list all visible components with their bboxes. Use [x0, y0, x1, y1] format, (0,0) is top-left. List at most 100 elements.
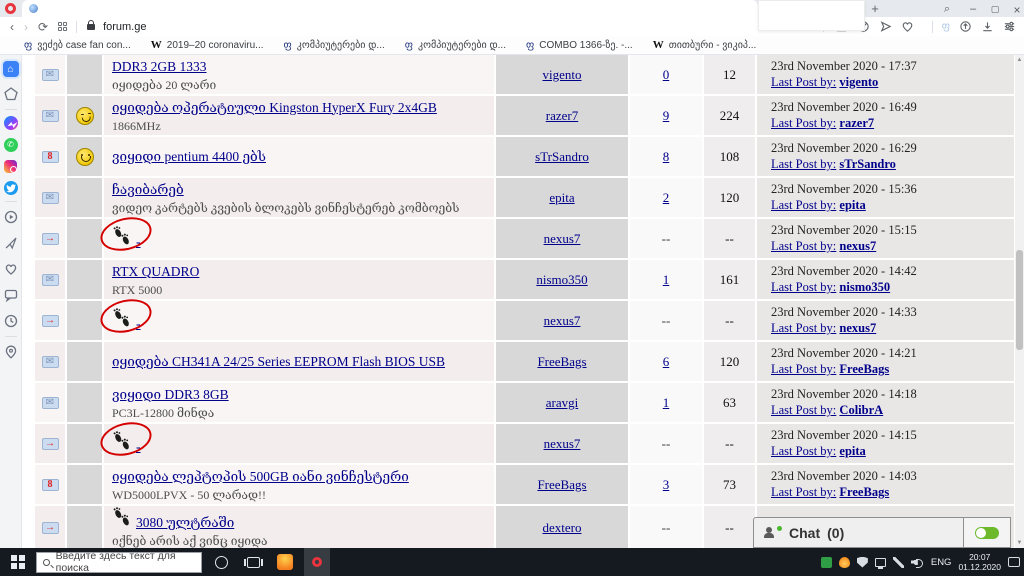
bookmark-item[interactable]: W 2019–20 coronaviru... [151, 39, 264, 51]
opera-menu-logo-icon[interactable] [5, 3, 16, 14]
last-post-author-link[interactable]: nexus7 [839, 239, 876, 253]
defender-shield-icon[interactable] [856, 556, 868, 568]
chat-bubble-icon[interactable] [2, 286, 20, 304]
scrollbar-thumb[interactable] [1016, 250, 1023, 350]
topic-replies-link[interactable]: -- [662, 231, 671, 247]
last-post-label[interactable]: Last Post by: [771, 116, 836, 130]
topic-replies-link[interactable]: -- [662, 436, 671, 452]
window-minimize-button[interactable]: – [964, 3, 982, 15]
last-post-author-link[interactable]: epita [839, 198, 865, 212]
topic-replies-link[interactable]: 2 [663, 190, 670, 206]
bookmark-item[interactable]: ფ COMBO 1366-ზე. -... [526, 40, 633, 51]
window-maximize-button[interactable]: ▢ [986, 4, 1004, 15]
topic-title-link[interactable]: ვიყიდი DDR3 8GB [112, 387, 229, 402]
topic-replies-link[interactable]: 9 [663, 108, 670, 124]
topic-title-link[interactable]: RTX QUADRO [112, 264, 199, 279]
my-flow-send-icon[interactable] [879, 20, 892, 33]
topic-author-link[interactable]: nexus7 [544, 313, 581, 329]
last-post-label[interactable]: Last Post by: [771, 403, 836, 417]
whatsapp-icon[interactable]: ✆ [3, 138, 18, 152]
task-view-button[interactable] [240, 548, 266, 576]
scroll-down-icon[interactable]: ▼ [1015, 538, 1024, 548]
topic-author-link[interactable]: nexus7 [544, 231, 581, 247]
tray-flame-icon[interactable] [838, 556, 850, 568]
last-post-author-link[interactable]: epita [839, 444, 865, 458]
last-post-author-link[interactable]: vigento [839, 75, 878, 89]
url-text[interactable]: forum.ge [103, 21, 146, 33]
last-post-label[interactable]: Last Post by: [771, 362, 836, 376]
my-flow-icon[interactable] [2, 234, 20, 252]
download-icon[interactable] [981, 20, 994, 33]
topic-author-link[interactable]: nismo350 [536, 272, 587, 288]
last-post-author-link[interactable]: FreeBags [839, 362, 889, 376]
topic-title-link[interactable]: ვიყიდი pentium 4400 ებს [112, 149, 266, 164]
last-post-label[interactable]: Last Post by: [771, 280, 836, 294]
last-post-author-link[interactable]: razer7 [839, 116, 874, 130]
clock[interactable]: 20:07 01.12.2020 [958, 552, 1001, 572]
last-post-label[interactable]: Last Post by: [771, 321, 836, 335]
last-post-label[interactable]: Last Post by: [771, 157, 836, 171]
easy-setup-sliders-icon[interactable] [1003, 20, 1016, 33]
last-post-label[interactable]: Last Post by: [771, 75, 836, 89]
topic-title-link[interactable]: 3080 ულტრაში [136, 515, 234, 530]
location-pin-icon[interactable] [2, 343, 20, 361]
topic-author-link[interactable]: vigento [543, 67, 582, 83]
topic-author-link[interactable]: aravgi [546, 395, 578, 411]
topic-author-link[interactable]: nexus7 [544, 436, 581, 452]
start-button[interactable] [0, 548, 36, 576]
topic-title-link[interactable]: იყიდება ოპერატიული Kingston HyperX Fury … [112, 100, 437, 115]
notification-center-icon[interactable] [1008, 557, 1020, 567]
last-post-author-link[interactable]: ColibrA [839, 403, 883, 417]
topic-title-link[interactable]: DDR3 2GB 1333 [112, 59, 207, 74]
new-tab-button[interactable]: + [868, 2, 882, 16]
topic-author-link[interactable]: FreeBags [537, 354, 586, 370]
browser-tab[interactable] [22, 0, 758, 17]
back-icon[interactable]: ‹ [10, 20, 14, 34]
topic-replies-link[interactable]: -- [662, 313, 671, 329]
opera-taskbar-icon[interactable] [304, 548, 330, 576]
bookmark-heart-icon[interactable] [901, 20, 914, 33]
bookmarks-pentagon-icon[interactable] [2, 85, 20, 103]
network-icon[interactable] [874, 557, 886, 569]
speed-dial-grid-icon[interactable] [58, 22, 68, 31]
page-scrollbar[interactable]: ▲ ▼ [1015, 55, 1024, 548]
topic-title-link[interactable]: ჩავიბარებ [112, 182, 184, 197]
topic-replies-link[interactable]: 1 [663, 395, 670, 411]
instagram-icon[interactable] [4, 160, 17, 173]
bookmark-item[interactable]: ფ კომპიუტერები დ... [284, 40, 385, 51]
last-post-label[interactable]: Last Post by: [771, 444, 836, 458]
last-post-label[interactable]: Last Post by: [771, 198, 836, 212]
last-post-author-link[interactable]: FreeBags [839, 485, 889, 499]
bookmark-item[interactable]: ფ კომპიუტერები დ... [405, 40, 506, 51]
window-close-button[interactable]: × [1008, 3, 1024, 17]
topic-author-link[interactable]: epita [549, 190, 574, 206]
cortana-button[interactable] [208, 548, 234, 576]
tab-search-icon[interactable]: ⌕ [938, 3, 956, 16]
topic-replies-link[interactable]: 3 [663, 477, 670, 493]
topic-replies-link[interactable]: -- [662, 520, 671, 536]
topic-replies-link[interactable]: 0 [663, 67, 670, 83]
topic-replies-link[interactable]: 6 [663, 354, 670, 370]
speed-dial-icon[interactable]: ⌂ [2, 61, 19, 77]
volume-icon[interactable] [911, 557, 924, 568]
bookmark-item[interactable]: Wთითბური - ვიკიპ... [653, 39, 757, 51]
topic-title-link[interactable]: იყიდება CH341A 24/25 Series EEPROM Flash… [112, 354, 445, 369]
pinned-app-icon[interactable] [272, 548, 298, 576]
history-clock-icon[interactable] [2, 312, 20, 330]
scroll-up-icon[interactable]: ▲ [1015, 55, 1024, 65]
facebook-messenger-icon[interactable] [3, 116, 18, 130]
secure-lock-icon[interactable] [87, 19, 96, 30]
last-post-label[interactable]: Last Post by: [771, 485, 836, 499]
language-indicator[interactable]: ENG [931, 557, 952, 568]
wallet-icon[interactable] [959, 20, 972, 33]
last-post-author-link[interactable]: nexus7 [839, 321, 876, 335]
last-post-author-link[interactable]: nismo350 [839, 280, 890, 294]
reload-icon[interactable]: ⟳ [38, 20, 48, 34]
last-post-label[interactable]: Last Post by: [771, 239, 836, 253]
player-icon[interactable] [2, 208, 20, 226]
forward-icon[interactable]: › [24, 20, 28, 34]
tray-app-icon[interactable] [820, 556, 832, 568]
topic-author-link[interactable]: razer7 [546, 108, 578, 124]
taskbar-search-box[interactable]: Введите здесь текст для поиска [36, 550, 202, 574]
topic-author-link[interactable]: sTrSandro [535, 149, 589, 165]
